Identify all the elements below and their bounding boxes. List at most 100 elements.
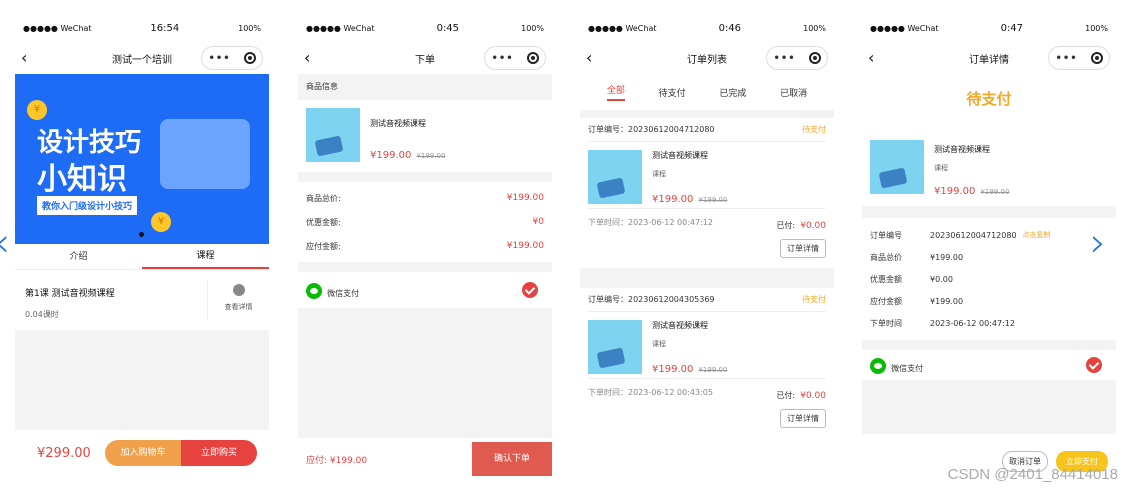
bottom-bar: ¥299.00 加入购物车 立即购买 [15,430,269,476]
wechat-pay-icon [306,283,322,299]
bottom-bar: 应付: ¥199.00 确认下单 [298,442,552,476]
order-status: 待支付 [802,125,826,134]
paid-amount: ¥0.00 [800,221,826,231]
copy-link[interactable]: 点击复制 [1023,230,1051,240]
product-price: ¥199.00 [934,186,976,197]
order-detail-button[interactable]: 订单详情 [780,239,826,258]
view-detail[interactable]: 查看详情 [208,302,269,312]
coin-icon: ¥ [151,212,171,232]
prev-arrow-icon[interactable]: ‹ [0,220,10,266]
nav-bar: ‹ 订单详情 ••• [862,42,1116,74]
selected-check-icon[interactable] [1086,357,1102,373]
order-detail-screen: ●●●●● WeChat 0:47 100% ‹ 订单详情 ••• 待支付 测试音视… [862,14,1116,476]
carousel-dot[interactable] [139,232,144,237]
order-time: 下单时间：2023-06-12 00:47:12 [588,218,713,227]
back-icon[interactable]: ‹ [868,48,874,67]
order-status: 待支付 [802,295,826,304]
order-detail-button[interactable]: 订单详情 [780,409,826,428]
order-list-screen: ●●●●● WeChat 0:46 100% ‹ 订单列表 ••• 全部 待支付 已… [580,14,834,476]
mini-program-capsule[interactable]: ••• [766,46,828,70]
checkout-screen: ●●●●● WeChat 0:45 100% ‹ 下单 ••• 商品信息 测试音视频… [298,14,552,476]
close-icon[interactable] [526,52,539,64]
product-price: ¥199.00 [370,150,412,161]
amount-due: 应付: ¥199.00 [306,455,368,466]
tab-pending[interactable]: 待支付 [659,86,686,99]
back-icon[interactable]: ‹ [21,48,27,67]
more-icon[interactable]: ••• [773,53,795,64]
status-bar: ●●●●● WeChat 0:45 100% [306,22,544,34]
course-price: ¥299.00 [37,445,91,461]
tab-completed[interactable]: 已完成 [719,86,746,99]
product-price: ¥199.00 [652,364,694,375]
order-time: 下单时间：2023-06-12 00:43:05 [588,388,713,397]
product-thumbnail [588,150,642,204]
order-number: 订单编号：20230612004305369 [588,295,715,304]
mini-program-capsule[interactable]: ••• [201,46,263,70]
empty-area [862,380,1116,434]
nav-bar: ‹ 下单 ••• [298,42,552,74]
tab-all[interactable]: 全部 [606,83,625,101]
confirm-order-button[interactable]: 确认下单 [472,442,552,476]
product-name: 测试音视频课程 [370,119,426,128]
banner-title-2: 小知识 [37,162,127,197]
mini-program-capsule[interactable]: ••• [484,46,546,70]
product-thumbnail [306,108,360,162]
add-cart-button[interactable]: 加入购物车 [105,440,181,466]
illustration [160,119,250,189]
selected-check-icon[interactable] [522,282,538,298]
order-status-title: 待支付 [966,90,1012,108]
order-card[interactable]: 订单编号：20230612004712080 待支付 测试音视频课程 课程 ¥19… [580,118,834,268]
payment-option[interactable]: 微信支付 [862,350,1116,380]
order-number: 20230612004712080 [930,230,1017,240]
next-arrow-icon[interactable]: › [1090,220,1106,266]
product-card: 测试音视频课程 ¥199.00 ¥199.00 [298,100,552,172]
more-icon[interactable]: ••• [491,53,513,64]
tab-cancelled[interactable]: 已取消 [780,86,807,99]
product-name: 测试音视频课程 [934,145,990,154]
product-tag: 课程 [934,164,948,172]
nav-bar: ‹ 测试一个培训 ••• [15,42,269,74]
original-price: ¥199.00 [698,366,728,374]
product-thumbnail [870,140,924,194]
product-price: ¥199.00 [652,194,694,205]
original-price: ¥199.00 [980,188,1010,196]
nav-bar: ‹ 订单列表 ••• [580,42,834,74]
product-name: 测试音视频课程 [652,151,708,160]
tab-intro[interactable]: 介绍 [15,244,142,269]
close-icon[interactable] [1090,52,1103,64]
payment-option[interactable]: 微信支付 [298,272,552,308]
back-icon[interactable]: ‹ [304,48,310,67]
price-summary: 商品总价: ¥199.00 优惠金额: ¥0 应付金额: ¥199.00 [298,182,552,262]
paid-amount: ¥0.00 [800,391,826,401]
mini-program-capsule[interactable]: ••• [1048,46,1110,70]
detail-tabs: 介绍 课程 [15,244,269,270]
close-icon[interactable] [808,52,821,64]
original-price: ¥199.00 [698,196,728,204]
empty-area [15,330,269,430]
lesson-row[interactable]: 第1课 测试音视频课程 0.04课时 查看详情 [15,270,269,330]
product-tag: 课程 [652,340,666,348]
product-tag: 课程 [652,170,666,178]
order-info: 订单编号 20230612004712080 点击复制 商品总价 ¥199.00 优惠… [870,230,1051,328]
course-banner: ¥ 设计技巧 小知识 教你入门级设计小技巧 ¥ [15,74,269,244]
more-icon[interactable]: ••• [208,53,230,64]
product-name: 测试音视频课程 [652,321,708,330]
order-card[interactable]: 订单编号：20230612004305369 待支付 测试音视频课程 课程 ¥19… [580,288,834,436]
status-bar: ●●●●● WeChat 0:46 100% [588,22,826,34]
status-bar: ●●●●● WeChat 0:47 100% [870,22,1108,34]
order-number: 订单编号：20230612004712080 [588,125,715,134]
status-bar: ●●●●● WeChat 16:54 100% [23,22,261,34]
tab-course[interactable]: 课程 [142,244,269,269]
coin-icon: ¥ [27,100,47,120]
buy-now-button[interactable]: 立即购买 [181,440,257,466]
back-icon[interactable]: ‹ [586,48,592,67]
wechat-pay-icon [870,358,886,374]
more-icon[interactable]: ••• [1055,53,1077,64]
play-icon[interactable] [232,284,245,296]
watermark: CSDN @2401_84414018 [947,466,1118,483]
summary-row: 商品总价: ¥199.00 [306,193,544,203]
section-header: 商品信息 [298,74,552,100]
product-thumbnail [588,320,642,374]
product-card: 测试音视频课程 课程 ¥199.00 ¥199.00 [862,124,1116,206]
close-icon[interactable] [243,52,256,64]
